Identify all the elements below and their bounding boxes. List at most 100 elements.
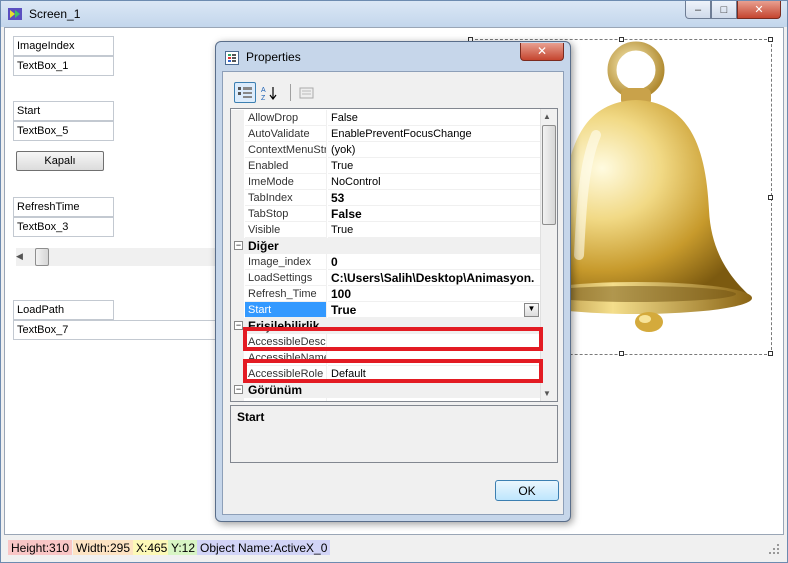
- refresh-time-label[interactable]: RefreshTime: [13, 197, 114, 217]
- grid-scroll-thumb[interactable]: [542, 125, 556, 225]
- property-row[interactable]: Refresh_Time 100: [231, 286, 541, 302]
- property-value[interactable]: C:\Users\Salih\Desktop\Animasyon.: [328, 270, 541, 286]
- property-value[interactable]: 53: [328, 190, 541, 206]
- property-name[interactable]: Visible: [245, 222, 327, 238]
- property-value[interactable]: (yok): [328, 142, 541, 158]
- load-path-label[interactable]: LoadPath: [13, 300, 114, 320]
- property-value[interactable]: NoControl: [328, 174, 541, 190]
- dialog-close-button[interactable]: ✕: [520, 43, 564, 61]
- sort-alphabetical-icon: AZ: [261, 86, 277, 101]
- row-gutter: [231, 142, 244, 158]
- row-gutter: [231, 270, 244, 286]
- property-name[interactable]: Refresh_Time: [245, 286, 327, 302]
- close-icon: ✕: [754, 4, 764, 16]
- property-value[interactable]: True: [328, 222, 541, 238]
- resize-handle[interactable]: [768, 195, 773, 200]
- highlight-start: [243, 359, 543, 383]
- scroll-down-icon[interactable]: ▼: [543, 389, 551, 398]
- property-value[interactable]: True: [328, 158, 541, 174]
- property-row[interactable]: TabStop False: [231, 206, 541, 222]
- property-row[interactable]: TabIndex 53: [231, 190, 541, 206]
- kapali-button[interactable]: Kapalı: [16, 151, 104, 171]
- property-value[interactable]: 240; 240; 240: [328, 398, 541, 401]
- row-gutter: [231, 398, 244, 401]
- color-swatch: [331, 401, 349, 402]
- textbox-1[interactable]: TextBox_1: [13, 56, 114, 76]
- property-row[interactable]: ImeMode NoControl: [231, 174, 541, 190]
- collapse-icon[interactable]: −: [234, 385, 243, 394]
- property-row[interactable]: Image_index 0: [231, 254, 541, 270]
- scroll-up-icon[interactable]: ▲: [543, 112, 551, 121]
- property-row[interactable]: AllowDrop False: [231, 110, 541, 126]
- property-name[interactable]: ImeMode: [245, 174, 327, 190]
- dropdown-arrow-icon[interactable]: ▼: [524, 303, 539, 317]
- property-value[interactable]: False: [328, 110, 541, 126]
- row-gutter: [231, 158, 244, 174]
- alphabetical-button[interactable]: AZ: [258, 82, 280, 103]
- property-pages-button[interactable]: [296, 82, 318, 103]
- properties-window-icon: [225, 51, 239, 65]
- dialog-body: AZ AllowDrop False AutoValidate EnablePreve…: [222, 71, 564, 515]
- app-icon: [8, 8, 22, 20]
- description-panel: Start: [230, 405, 558, 463]
- property-pages-icon: [299, 87, 314, 98]
- property-name[interactable]: AutoValidate: [245, 126, 327, 142]
- property-row[interactable]: Visible True: [231, 222, 541, 238]
- row-gutter: [231, 254, 244, 270]
- property-name[interactable]: ContextMenuStr: [245, 142, 327, 158]
- properties-dialog: Properties ✕ AZ AllowDrop False AutoValida…: [215, 41, 571, 522]
- property-row[interactable]: Start True ▼: [231, 302, 541, 318]
- resize-grip-icon[interactable]: [768, 543, 780, 555]
- close-button[interactable]: ✕: [737, 1, 781, 19]
- resize-handle[interactable]: [619, 351, 624, 356]
- trackbar-thumb[interactable]: [35, 248, 49, 266]
- status-width: Width:295: [73, 540, 134, 555]
- scroll-left-icon[interactable]: ◀: [16, 251, 26, 262]
- start-label[interactable]: Start: [13, 101, 114, 121]
- category-row[interactable]: − Diğer: [231, 238, 541, 254]
- property-name[interactable]: Start: [245, 302, 327, 318]
- grid-scrollbar[interactable]: ▲ ▼: [540, 109, 557, 401]
- property-value[interactable]: EnablePreventFocusChange: [328, 126, 541, 142]
- minimize-button[interactable]: –: [685, 1, 711, 19]
- textbox-3[interactable]: TextBox_3: [13, 217, 114, 237]
- property-name[interactable]: TabStop: [245, 206, 327, 222]
- property-value[interactable]: 100: [328, 286, 541, 302]
- property-value[interactable]: False: [328, 206, 541, 222]
- collapse-icon[interactable]: −: [234, 241, 243, 250]
- row-gutter: [231, 110, 244, 126]
- highlight-loadsettings: [243, 327, 543, 351]
- property-value[interactable]: True: [328, 302, 541, 318]
- property-row[interactable]: AutoValidate EnablePreventFocusChange: [231, 126, 541, 142]
- title-bar[interactable]: Screen_1 – □ ✕: [1, 1, 787, 27]
- resize-handle[interactable]: [619, 37, 624, 42]
- property-row[interactable]: Enabled True: [231, 158, 541, 174]
- trackbar[interactable]: ◀: [16, 248, 228, 266]
- property-name[interactable]: LoadSettings: [245, 270, 327, 286]
- property-grid: AllowDrop False AutoValidate EnablePreventF…: [230, 108, 558, 402]
- categorized-button[interactable]: [234, 82, 256, 103]
- resize-handle[interactable]: [768, 351, 773, 356]
- textbox-7[interactable]: TextBox_7: [13, 320, 218, 340]
- property-value[interactable]: 0: [328, 254, 541, 270]
- property-row[interactable]: LoadSettings C:\Users\Salih\Desktop\Anima…: [231, 270, 541, 286]
- property-name[interactable]: BackColor: [245, 398, 327, 401]
- property-name[interactable]: Enabled: [245, 158, 327, 174]
- maximize-button[interactable]: □: [711, 1, 737, 19]
- property-row[interactable]: ContextMenuStr (yok): [231, 142, 541, 158]
- property-name[interactable]: TabIndex: [245, 190, 327, 206]
- property-name[interactable]: Image_index: [245, 254, 327, 270]
- resize-handle[interactable]: [768, 37, 773, 42]
- textbox-5[interactable]: TextBox_5: [13, 121, 114, 141]
- property-name[interactable]: AllowDrop: [245, 110, 327, 126]
- image-index-label[interactable]: ImageIndex: [13, 36, 114, 56]
- collapse-icon[interactable]: −: [234, 321, 243, 330]
- row-gutter: [231, 286, 244, 302]
- category-row[interactable]: − Görünüm: [231, 382, 541, 398]
- row-gutter: [231, 174, 244, 190]
- row-gutter: [231, 302, 244, 318]
- ok-button[interactable]: OK: [495, 480, 559, 501]
- row-gutter: [231, 206, 244, 222]
- property-row[interactable]: BackColor240; 240; 240: [231, 398, 541, 402]
- category-label: Diğer: [248, 239, 279, 253]
